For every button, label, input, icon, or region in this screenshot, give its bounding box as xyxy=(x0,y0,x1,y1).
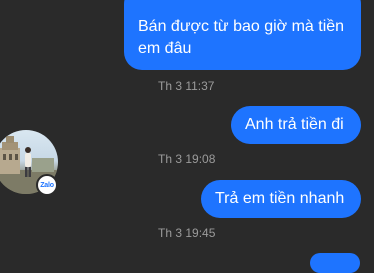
message-timestamp: Th 3 19:45 xyxy=(158,226,216,240)
message-bubble[interactable]: Anh trả tiền đi xyxy=(231,106,361,144)
message-text: Trả em tiền nhanh xyxy=(215,190,345,207)
message-text: Bán được từ bao giờ mà tiền em đâu xyxy=(138,18,345,57)
message-timestamp: Th 3 11:37 xyxy=(158,79,215,93)
message-bubble[interactable]: Bán được từ bao giờ mà tiền em đâu xyxy=(124,0,361,70)
message-bubble[interactable]: Trả em tiền nhanh xyxy=(201,180,361,218)
message-text: Anh trả tiền đi xyxy=(245,116,344,133)
next-message-bubble-fragment[interactable] xyxy=(310,253,360,273)
zalo-badge-label: Zalo xyxy=(40,181,54,189)
message-timestamp: Th 3 19:08 xyxy=(158,152,216,166)
zalo-logo-icon: Zalo xyxy=(36,174,58,196)
chat-conversation: Bán được từ bao giờ mà tiền em đâu Th 3 … xyxy=(0,0,374,273)
